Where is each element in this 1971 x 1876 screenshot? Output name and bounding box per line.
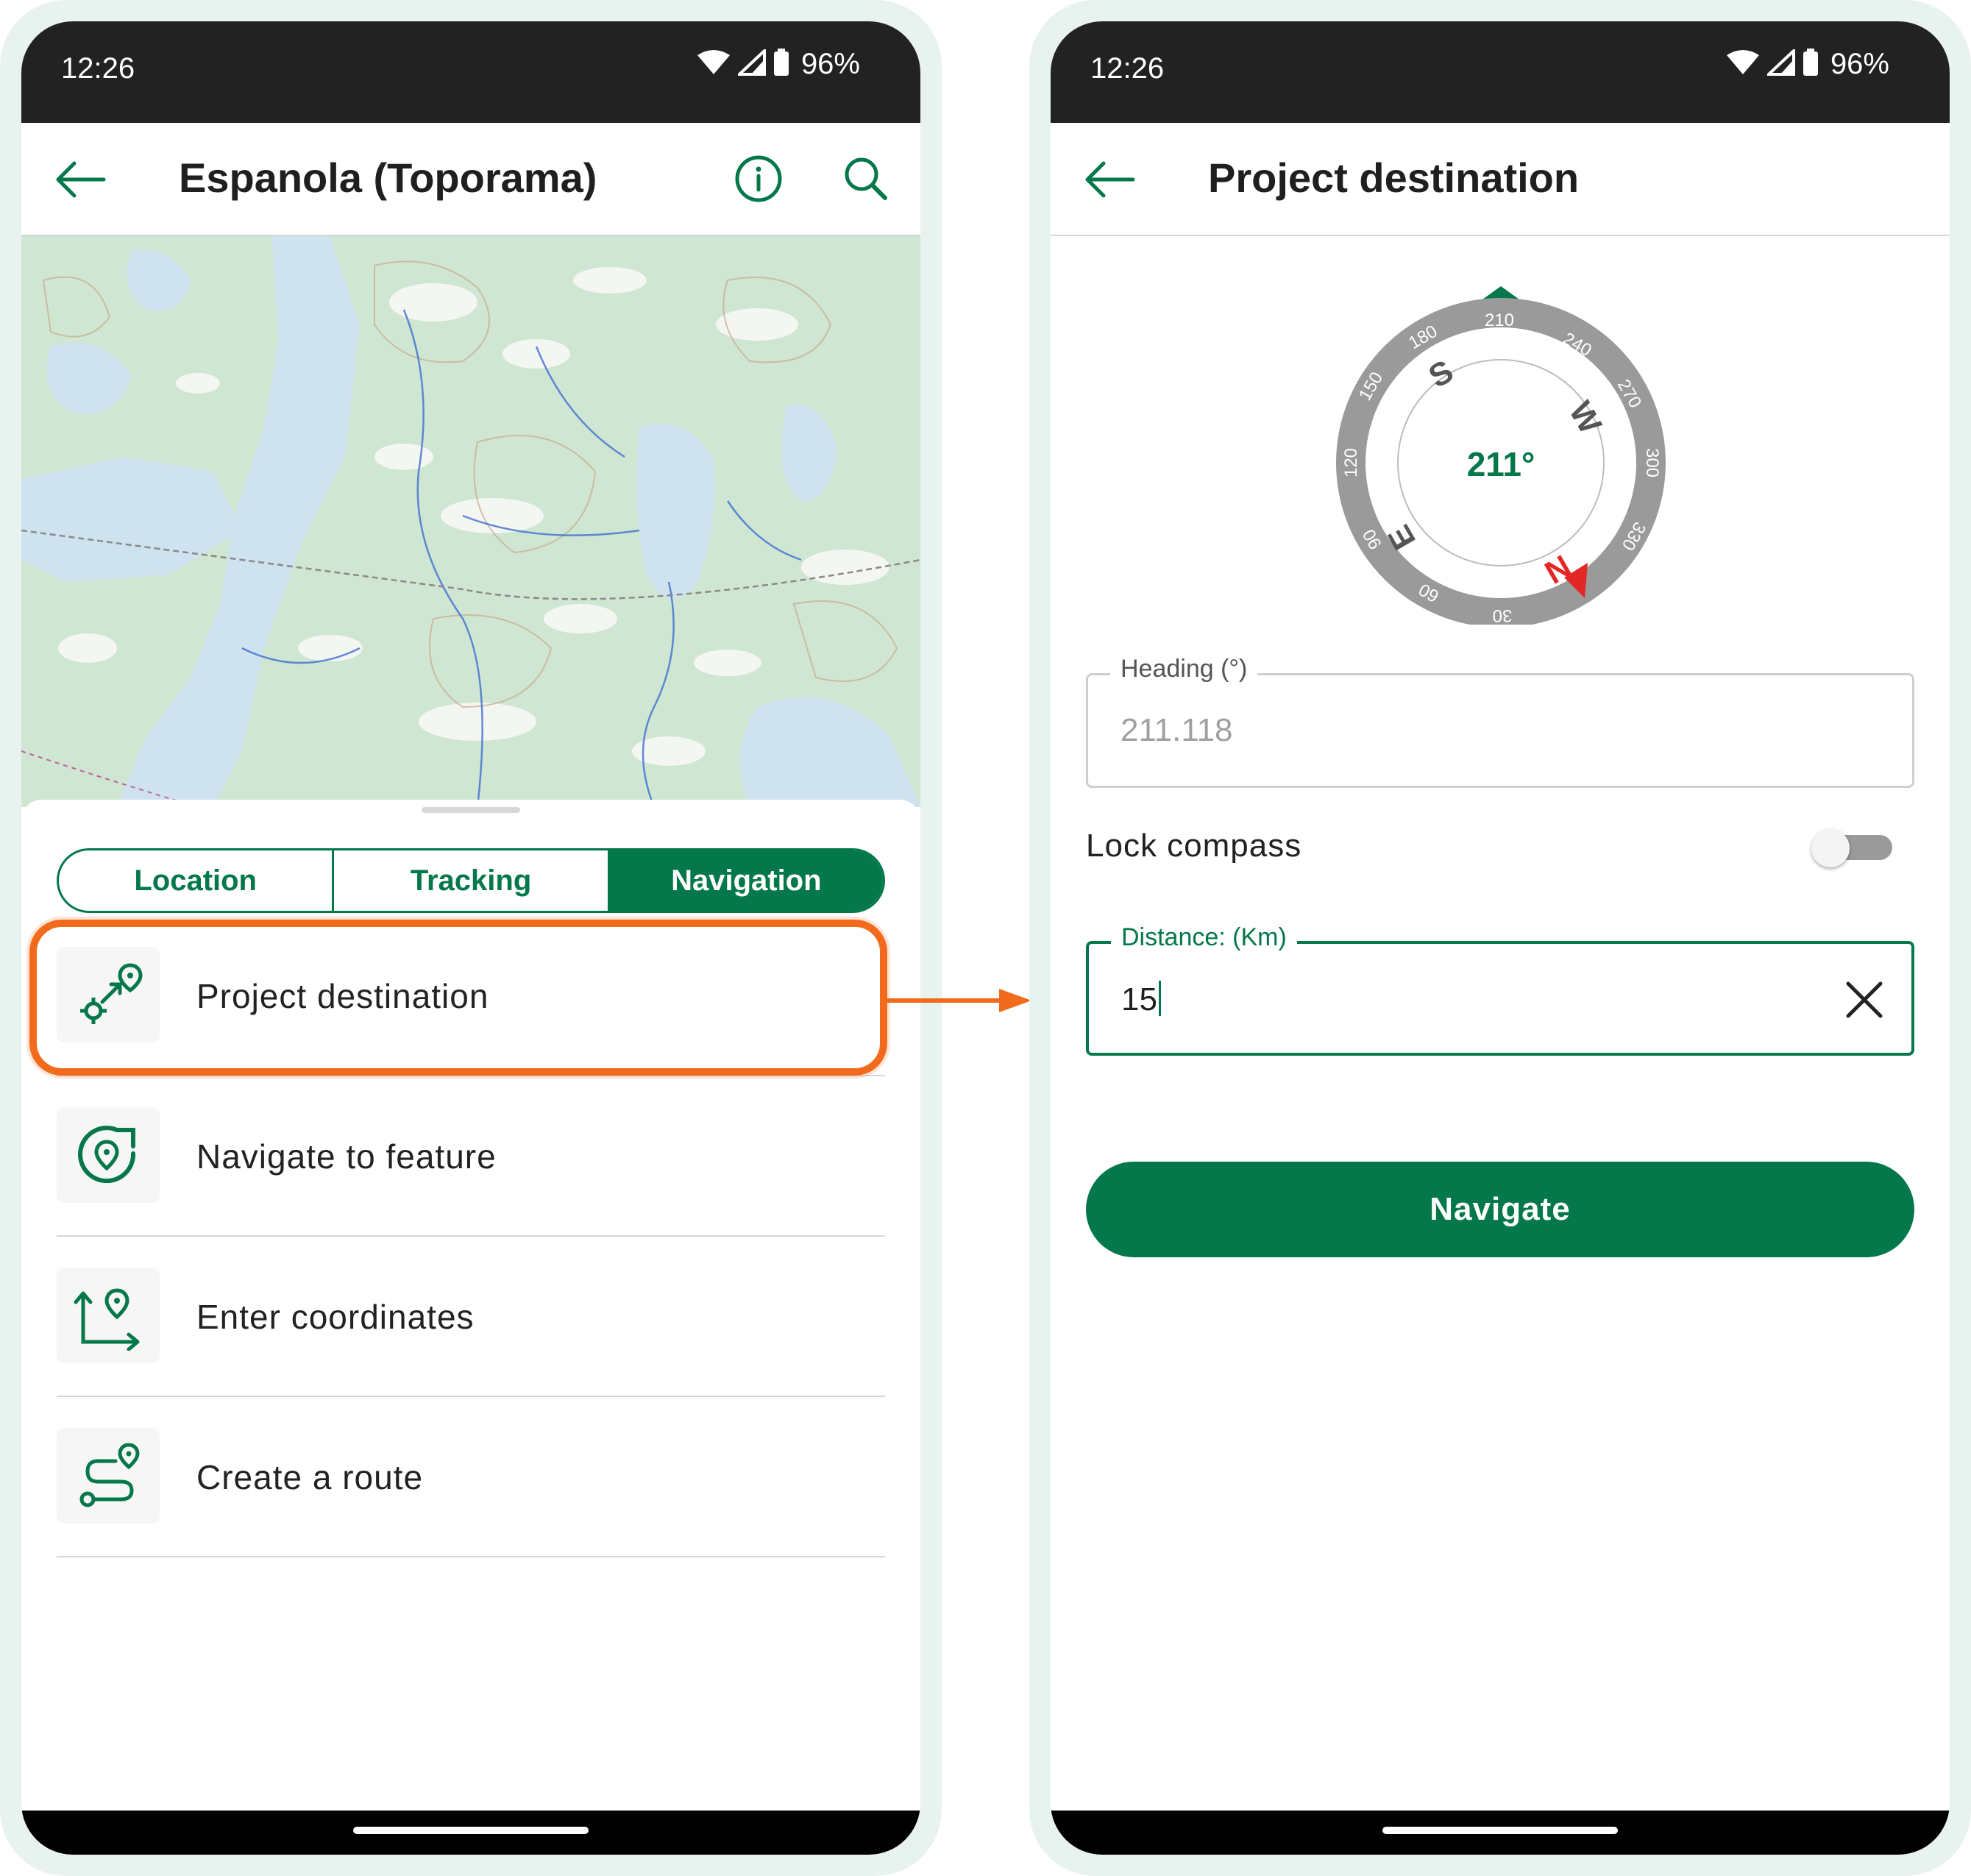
right-screen: 12:26 96% Project destination 210 240 27…	[1051, 21, 1950, 1855]
compass-tick-210: 210	[1485, 310, 1514, 330]
compass-tick-120: 120	[1341, 448, 1361, 477]
enter-coordinates-icon	[74, 1288, 140, 1351]
nav-bar	[21, 1811, 920, 1855]
cell-signal-icon	[735, 47, 766, 79]
switch-thumb	[1811, 829, 1850, 867]
info-button[interactable]	[732, 152, 785, 205]
text-caret	[1158, 981, 1161, 1016]
back-button[interactable]	[51, 157, 110, 202]
heading-field-label: Heading (°)	[1110, 655, 1258, 683]
navigate-feature-icon	[78, 1126, 136, 1184]
tab-navigation[interactable]: Navigation	[609, 850, 883, 911]
highlight-outline	[29, 920, 887, 1076]
lock-compass-label: Lock compass	[1086, 828, 1302, 864]
battery-icon	[773, 49, 789, 80]
battery-icon	[1803, 49, 1819, 80]
menu-item-create-route[interactable]: Create a route	[57, 1397, 885, 1557]
search-button[interactable]	[839, 152, 892, 205]
close-icon	[1846, 981, 1883, 1018]
tab-location[interactable]: Location	[59, 850, 335, 911]
status-time: 12:26	[1090, 52, 1165, 85]
menu-item-enter-coordinates[interactable]: Enter coordinates	[57, 1237, 885, 1397]
sheet-drag-handle[interactable]	[422, 807, 520, 813]
status-bar: 12:26 96%	[1051, 21, 1950, 123]
battery-percent: 96%	[1830, 48, 1889, 80]
compass-dial: 210 240 270 300 330 30 60 90 120 150 180…	[1336, 286, 1666, 625]
page-title: Espanola (Toporama)	[179, 154, 597, 201]
page-title: Project destination	[1208, 154, 1580, 201]
heading-field-value: 211.118	[1121, 712, 1233, 748]
navigate-button[interactable]: Navigate	[1086, 1162, 1914, 1257]
tab-tracking[interactable]: Tracking	[334, 850, 610, 911]
home-gesture-pill[interactable]	[1382, 1827, 1618, 1834]
lock-compass-switch[interactable]	[1811, 829, 1892, 867]
search-icon	[845, 157, 887, 200]
status-time: 12:26	[61, 52, 135, 85]
info-icon	[735, 155, 782, 202]
status-bar: 12:26 96%	[21, 21, 920, 123]
callout-arrow-icon	[887, 989, 1031, 1012]
right-phone-frame: 12:26 96% Project destination 210 240 27…	[1029, 0, 1971, 1876]
heading-readout: 211°	[1467, 445, 1535, 483]
mode-tabs: Location Tracking Navigation	[57, 848, 885, 913]
lock-compass-row: Lock compass	[1086, 817, 1914, 876]
topographic-map[interactable]	[21, 236, 920, 807]
distance-field-label: Distance: (Km)	[1111, 923, 1297, 952]
app-bar: Project destination	[1051, 123, 1950, 236]
menu-item-label: Enter coordinates	[196, 1298, 475, 1336]
menu-item-navigate-to-feature[interactable]: Navigate to feature	[57, 1076, 885, 1237]
back-arrow-icon	[1085, 161, 1135, 198]
wifi-icon	[697, 49, 731, 79]
heading-field[interactable]: Heading (°) 211.118	[1086, 655, 1914, 788]
cell-signal-icon	[1764, 47, 1795, 79]
clear-distance-button[interactable]	[1842, 978, 1886, 1022]
battery-percent: 96%	[800, 48, 860, 80]
menu-item-label: Navigate to feature	[196, 1137, 497, 1176]
back-button[interactable]	[1080, 157, 1139, 202]
compass-tick-30: 30	[1493, 605, 1513, 625]
compass-tick-300: 300	[1642, 448, 1662, 477]
distance-field-value: 15	[1121, 981, 1157, 1017]
back-arrow-icon	[56, 161, 106, 198]
create-route-icon	[79, 1443, 140, 1507]
wifi-icon	[1726, 49, 1760, 79]
menu-item-label: Create a route	[196, 1458, 424, 1496]
nav-bar	[1051, 1811, 1950, 1855]
distance-field[interactable]: Distance: (Km) 15	[1086, 923, 1914, 1056]
home-gesture-pill[interactable]	[353, 1827, 589, 1834]
app-bar: Espanola (Toporama)	[21, 123, 920, 236]
